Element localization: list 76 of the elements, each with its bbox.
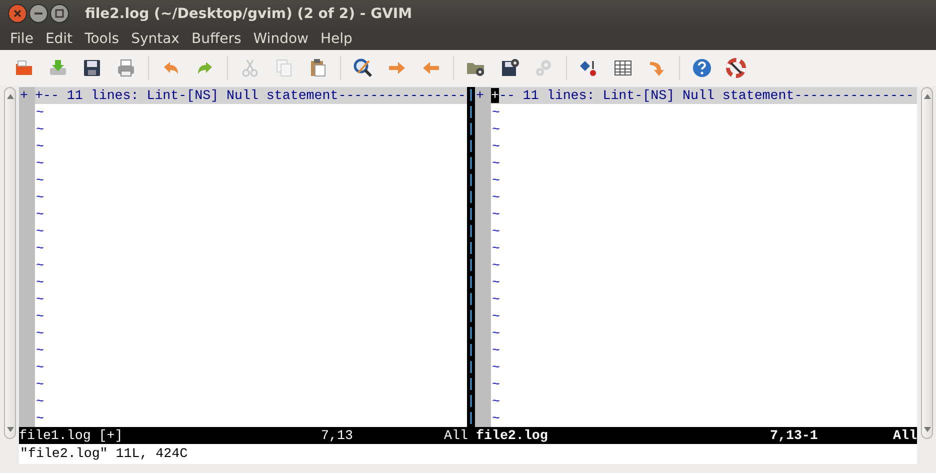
scroll-position: All <box>892 427 917 444</box>
scroll-down-icon[interactable] <box>6 427 14 432</box>
menu-item[interactable]: Tools <box>78 30 126 46</box>
empty-line-marker: ~ <box>35 138 44 155</box>
scissors-icon <box>240 58 260 78</box>
empty-line-marker: ~ <box>35 172 44 189</box>
fold-marker: + <box>19 87 28 104</box>
empty-line-marker: ~ <box>491 325 500 342</box>
scroll-down-icon[interactable] <box>924 427 930 432</box>
empty-line-marker: ~ <box>491 308 500 325</box>
empty-line-marker: ~ <box>35 342 44 359</box>
menu-item[interactable]: Edit <box>39 30 79 46</box>
empty-line-marker: ~ <box>35 410 44 427</box>
download-icon <box>48 58 68 78</box>
grid-icon <box>613 58 633 78</box>
empty-line-marker: ~ <box>491 291 500 308</box>
empty-line-marker: ~ <box>35 240 44 257</box>
scroll-up-icon[interactable] <box>924 94 930 99</box>
scroll-position: All <box>443 427 468 444</box>
floppy-icon <box>82 58 102 78</box>
menu-item[interactable]: Help <box>314 30 358 46</box>
lifebuoy-icon <box>726 58 746 78</box>
scrollbar[interactable] <box>921 87 933 439</box>
empty-line-marker: ~ <box>491 410 500 427</box>
empty-line-marker: ~ <box>491 257 500 274</box>
empty-line-marker: ~ <box>35 206 44 223</box>
empty-line-marker: ~ <box>491 376 500 393</box>
empty-line-marker: ~ <box>491 274 500 291</box>
empty-line-marker: ~ <box>491 155 500 172</box>
empty-line-marker: ~ <box>491 359 500 376</box>
window-divider[interactable] <box>467 87 475 427</box>
help-icon <box>692 58 712 78</box>
empty-line-marker: ~ <box>35 189 44 206</box>
empty-line-marker: ~ <box>35 155 44 172</box>
cursor-position: 7,13 <box>321 427 354 444</box>
scroll-up-icon[interactable] <box>6 94 14 99</box>
empty-line-marker: ~ <box>491 240 500 257</box>
menu-item[interactable]: Buffers <box>185 30 248 46</box>
empty-line-marker: ~ <box>491 342 500 359</box>
empty-line-marker: ~ <box>35 223 44 240</box>
menu-item[interactable]: File <box>4 30 40 46</box>
empty-line-marker: ~ <box>35 376 44 393</box>
close-icon[interactable] <box>8 4 27 23</box>
cursor-position: 7,13-1 <box>770 427 819 444</box>
empty-line-marker: ~ <box>35 308 44 325</box>
search-icon <box>353 58 373 78</box>
empty-line-marker: ~ <box>35 104 44 121</box>
folder-icon <box>14 58 34 78</box>
empty-line-marker: ~ <box>35 257 44 274</box>
fold-marker: + <box>475 87 484 104</box>
menu-item[interactable]: Syntax <box>125 30 186 46</box>
file-name: file1.log [+] <box>19 427 124 444</box>
empty-line-marker: ~ <box>491 104 500 121</box>
empty-line-marker: ~ <box>35 291 44 308</box>
empty-line-marker: ~ <box>35 393 44 410</box>
empty-line-marker: ~ <box>491 138 500 155</box>
command-line: "file2.log" 11L, 424C <box>19 446 188 461</box>
copy-icon <box>274 58 294 78</box>
empty-line-marker: ~ <box>491 172 500 189</box>
empty-line-marker: ~ <box>491 206 500 223</box>
minimize-icon[interactable] <box>29 4 48 23</box>
empty-line-marker: ~ <box>35 359 44 376</box>
printer-icon <box>116 58 136 78</box>
empty-line-marker: ~ <box>35 325 44 342</box>
window-title: file2.log (~/Desktop/gvim) (2 of 2) - GVIM <box>85 6 412 22</box>
scrollbar[interactable] <box>4 87 16 439</box>
empty-line-marker: ~ <box>35 274 44 291</box>
menu-item[interactable]: Window <box>247 30 314 46</box>
empty-line-marker: ~ <box>491 121 500 138</box>
maximize-icon[interactable] <box>50 4 69 23</box>
empty-line-marker: ~ <box>491 223 500 240</box>
file-name: file2.log <box>476 427 549 444</box>
empty-line-marker: ~ <box>491 189 500 206</box>
clipboard-icon <box>308 58 328 78</box>
empty-line-marker: ~ <box>35 121 44 138</box>
empty-line-marker: ~ <box>491 393 500 410</box>
